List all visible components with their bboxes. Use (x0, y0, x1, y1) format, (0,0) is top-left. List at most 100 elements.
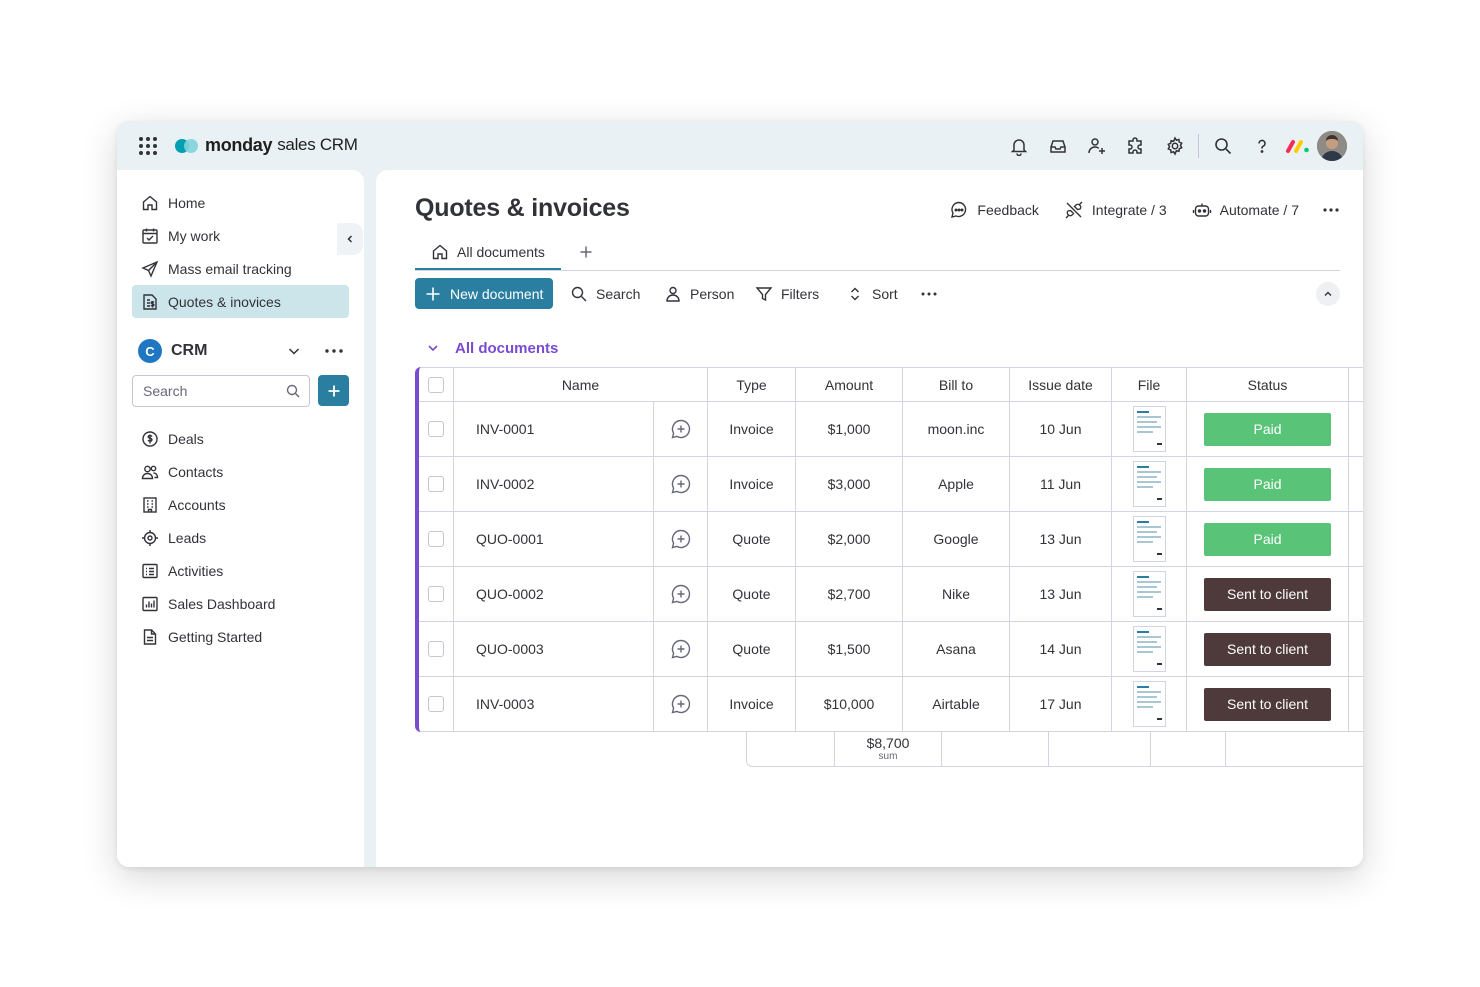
new-document-button[interactable]: New document (415, 278, 553, 309)
cell-amount[interactable]: $3,000 (796, 457, 903, 511)
row-checkbox[interactable] (428, 421, 444, 437)
column-header-status[interactable]: Status (1187, 368, 1349, 401)
cell-amount[interactable]: $10,000 (796, 677, 903, 731)
row-checkbox[interactable] (428, 641, 444, 657)
column-header-amount[interactable]: Amount (796, 368, 903, 401)
workspace-more-icon[interactable] (322, 341, 346, 361)
status-pill[interactable]: Sent to client (1204, 632, 1331, 666)
file-thumbnail[interactable] (1132, 681, 1166, 727)
file-thumbnail[interactable] (1132, 516, 1166, 562)
table-row[interactable]: QUO-0003 Quote $1,500 Asana 14 Jun Sent … (419, 622, 1363, 677)
cell-name[interactable]: INV-0002 (454, 457, 654, 511)
integrations-puzzle-icon[interactable] (1116, 129, 1155, 163)
cell-issue-date[interactable]: 10 Jun (1010, 402, 1112, 456)
cell-name[interactable]: INV-0003 (454, 677, 654, 731)
row-checkbox[interactable] (428, 586, 444, 602)
column-header-type[interactable]: Type (708, 368, 796, 401)
cell-name[interactable]: INV-0001 (454, 402, 654, 456)
sidebar-item-quotes-invoices[interactable]: Quotes & inovices (132, 285, 349, 318)
cell-issue-date[interactable]: 17 Jun (1010, 677, 1112, 731)
sidebar-item-leads[interactable]: Leads (132, 521, 349, 554)
chevron-down-icon[interactable] (284, 341, 304, 361)
cell-type[interactable]: Invoice (708, 402, 796, 456)
search-button[interactable]: Search (570, 278, 640, 309)
cell-issue-date[interactable]: 13 Jun (1010, 512, 1112, 566)
status-pill[interactable]: Sent to client (1204, 577, 1331, 611)
file-thumbnail[interactable] (1132, 406, 1166, 452)
cell-bill-to[interactable]: Apple (903, 457, 1010, 511)
sidebar-item-home[interactable]: Home (132, 186, 349, 219)
cell-type[interactable]: Quote (708, 512, 796, 566)
cell-name[interactable]: QUO-0001 (454, 512, 654, 566)
inbox-icon[interactable] (1038, 129, 1077, 163)
cell-amount[interactable]: $1,000 (796, 402, 903, 456)
sidebar-item-getting-started[interactable]: Getting Started (132, 620, 349, 653)
table-row[interactable]: INV-0003 Invoice $10,000 Airtable 17 Jun… (419, 677, 1363, 732)
column-header-name[interactable]: Name (454, 368, 708, 401)
cell-amount[interactable]: $2,700 (796, 567, 903, 621)
sidebar-item-mass-email-tracking[interactable]: Mass email tracking (132, 252, 349, 285)
integrate-button[interactable]: Integrate / 3 (1064, 200, 1167, 220)
cell-name[interactable]: QUO-0003 (454, 622, 654, 676)
filters-button[interactable]: Filters (755, 278, 819, 309)
cell-issue-date[interactable]: 11 Jun (1010, 457, 1112, 511)
group-header[interactable]: All documents (425, 337, 558, 359)
file-thumbnail[interactable] (1132, 461, 1166, 507)
add-column-cell[interactable] (1349, 368, 1363, 401)
sidebar-item-my-work[interactable]: My work (132, 219, 349, 252)
row-checkbox[interactable] (428, 476, 444, 492)
collapse-header-button[interactable] (1316, 282, 1340, 306)
status-pill[interactable]: Sent to client (1204, 687, 1331, 721)
row-checkbox[interactable] (428, 531, 444, 547)
add-update-icon[interactable] (670, 528, 692, 550)
status-pill[interactable]: Paid (1204, 522, 1331, 556)
cell-bill-to[interactable]: Airtable (903, 677, 1010, 731)
sort-button[interactable]: Sort (846, 278, 898, 309)
select-all-checkbox[interactable] (428, 376, 444, 393)
cell-bill-to[interactable]: Google (903, 512, 1010, 566)
cell-bill-to[interactable]: Nike (903, 567, 1010, 621)
monday-mark-icon[interactable] (1281, 131, 1315, 161)
status-pill[interactable]: Paid (1204, 467, 1331, 501)
add-update-icon[interactable] (670, 638, 692, 660)
file-thumbnail[interactable] (1132, 626, 1166, 672)
summary-amount[interactable]: $8,700 sum (835, 732, 942, 766)
sidebar-item-accounts[interactable]: Accounts (132, 488, 349, 521)
add-update-icon[interactable] (670, 418, 692, 440)
user-avatar[interactable] (1317, 131, 1347, 161)
more-options-icon[interactable] (1321, 200, 1341, 220)
feedback-button[interactable]: Feedback (949, 200, 1039, 220)
settings-gear-icon[interactable] (1155, 129, 1194, 163)
add-update-icon[interactable] (670, 473, 692, 495)
sidebar-item-activities[interactable]: Activities (132, 554, 349, 587)
cell-type[interactable]: Invoice (708, 457, 796, 511)
column-header-file[interactable]: File (1112, 368, 1187, 401)
column-header-bill-to[interactable]: Bill to (903, 368, 1010, 401)
toolbar-more-icon[interactable] (919, 278, 939, 309)
person-filter-button[interactable]: Person (664, 278, 734, 309)
sidebar-search-input[interactable] (143, 383, 273, 399)
table-row[interactable]: INV-0001 Invoice $1,000 moon.inc 10 Jun … (419, 402, 1363, 457)
add-board-button[interactable] (318, 375, 349, 406)
add-view-button[interactable] (576, 242, 596, 262)
row-checkbox[interactable] (428, 696, 444, 712)
cell-bill-to[interactable]: moon.inc (903, 402, 1010, 456)
table-row[interactable]: INV-0002 Invoice $3,000 Apple 11 Jun Pai… (419, 457, 1363, 512)
cell-amount[interactable]: $2,000 (796, 512, 903, 566)
search-icon[interactable] (1203, 129, 1242, 163)
file-thumbnail[interactable] (1132, 571, 1166, 617)
invite-user-icon[interactable] (1077, 129, 1116, 163)
table-row[interactable]: QUO-0001 Quote $2,000 Google 13 Jun Paid (419, 512, 1363, 567)
cell-issue-date[interactable]: 13 Jun (1010, 567, 1112, 621)
sidebar-item-deals[interactable]: Deals (132, 422, 349, 455)
tab-all-documents[interactable]: All documents (415, 235, 561, 270)
cell-type[interactable]: Quote (708, 622, 796, 676)
apps-grid-icon[interactable] (137, 135, 159, 157)
cell-type[interactable]: Quote (708, 567, 796, 621)
add-update-icon[interactable] (670, 583, 692, 605)
add-update-icon[interactable] (670, 693, 692, 715)
cell-bill-to[interactable]: Asana (903, 622, 1010, 676)
notifications-bell-icon[interactable] (999, 129, 1038, 163)
sidebar-item-contacts[interactable]: Contacts (132, 455, 349, 488)
cell-name[interactable]: QUO-0002 (454, 567, 654, 621)
